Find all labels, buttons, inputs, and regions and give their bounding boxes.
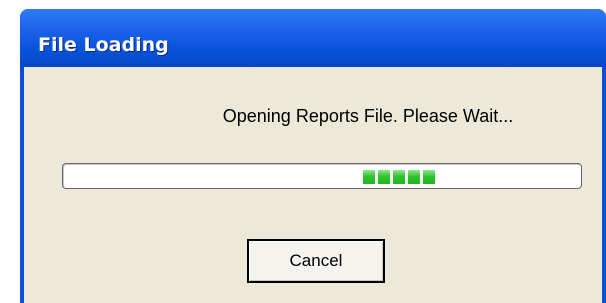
progress-block [363, 170, 375, 184]
progress-block [378, 170, 390, 184]
progress-block [408, 170, 420, 184]
progress-block [393, 170, 405, 184]
progress-marquee [363, 170, 435, 184]
cancel-button[interactable]: Cancel [247, 239, 385, 283]
title-bar[interactable]: File Loading [20, 9, 606, 67]
progress-block [423, 170, 435, 184]
loading-message: Opening Reports File. Please Wait... [222, 106, 514, 126]
dialog-title: File Loading [38, 34, 169, 56]
file-loading-dialog: File Loading Opening Reports File. Pleas… [20, 9, 606, 303]
dialog-body: Opening Reports File. Please Wait... Can… [24, 67, 602, 303]
progress-bar [62, 163, 582, 189]
